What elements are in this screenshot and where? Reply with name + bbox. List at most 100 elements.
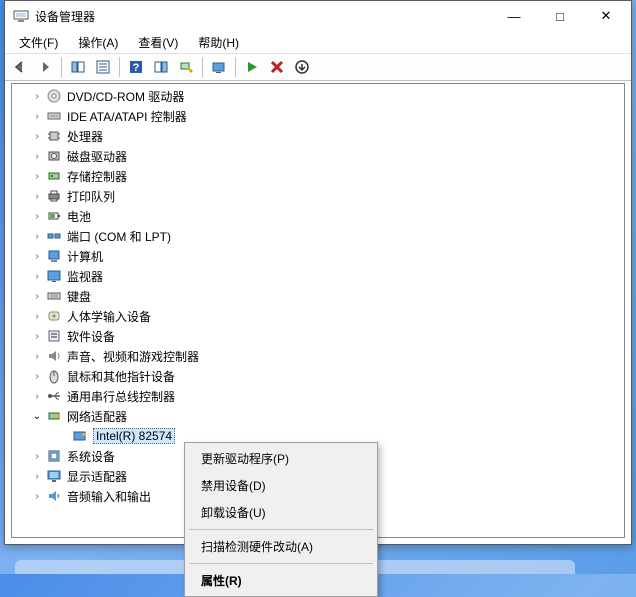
action-pane-button[interactable] [150, 56, 172, 78]
tree-node-usb[interactable]: › 通用串行总线控制器 [12, 386, 624, 406]
context-menu-item[interactable]: 属性(R) [187, 567, 375, 594]
chevron-right-icon[interactable]: › [30, 309, 44, 323]
chevron-right-icon[interactable]: › [30, 109, 44, 123]
chevron-right-icon[interactable]: › [30, 489, 44, 503]
context-menu-item[interactable]: 扫描检测硬件改动(A) [187, 533, 375, 560]
tree-node-label: 监视器 [67, 268, 103, 285]
maximize-button[interactable]: □ [537, 1, 583, 31]
menu-action[interactable]: 操作(A) [68, 32, 128, 53]
tree-node-label: 处理器 [67, 128, 103, 145]
scan-hardware-button[interactable] [175, 56, 197, 78]
tree-node-label: Intel(R) 82574 [93, 428, 175, 444]
expander-spacer [56, 429, 70, 443]
app-icon [13, 8, 29, 24]
context-menu-item[interactable]: 卸载设备(U) [187, 499, 375, 526]
chevron-right-icon[interactable]: › [30, 269, 44, 283]
chevron-right-icon[interactable]: › [30, 129, 44, 143]
tree-node-label: 音频输入和输出 [67, 488, 151, 505]
menu-file[interactable]: 文件(F) [9, 32, 68, 53]
tree-node-label: 通用串行总线控制器 [67, 388, 175, 405]
chevron-right-icon[interactable]: › [30, 349, 44, 363]
tree-node-storage[interactable]: ›存储控制器 [12, 166, 624, 186]
tree-node-disk[interactable]: › 磁盘驱动器 [12, 146, 624, 166]
tree-node-label: 打印队列 [67, 188, 115, 205]
tree-node-label: IDE ATA/ATAPI 控制器 [67, 108, 187, 125]
tree-node-printer[interactable]: › 打印队列 [12, 186, 624, 206]
tree-node-monitor[interactable]: › 监视器 [12, 266, 624, 286]
chevron-right-icon[interactable]: › [30, 369, 44, 383]
tree-node-computer[interactable]: › 计算机 [12, 246, 624, 266]
tree-node-label: 磁盘驱动器 [67, 148, 127, 165]
storage-icon [46, 168, 62, 184]
display-icon [46, 468, 62, 484]
properties-button[interactable] [92, 56, 114, 78]
chevron-right-icon[interactable]: › [30, 229, 44, 243]
show-hide-tree-button[interactable] [67, 56, 89, 78]
chevron-right-icon[interactable]: › [30, 329, 44, 343]
chevron-right-icon[interactable]: › [30, 169, 44, 183]
chevron-right-icon[interactable]: › [30, 449, 44, 463]
menu-help[interactable]: 帮助(H) [188, 32, 249, 53]
tree-node-label: 计算机 [67, 248, 103, 265]
tree-node-label: 电池 [67, 208, 91, 225]
update-driver-button[interactable] [208, 56, 230, 78]
netcard-icon [72, 428, 88, 444]
window-controls: — □ ✕ [491, 1, 629, 31]
forward-button[interactable] [34, 56, 56, 78]
uninstall-device-button[interactable] [291, 56, 313, 78]
tree-node-label: 端口 (COM 和 LPT) [67, 228, 171, 245]
tree-node-label: 系统设备 [67, 448, 115, 465]
tree-node-disc[interactable]: ›DVD/CD-ROM 驱动器 [12, 86, 624, 106]
cpu-icon [46, 128, 62, 144]
tree-node-network[interactable]: ⌄网络适配器 [12, 406, 624, 426]
tree-node-software[interactable]: ›软件设备 [12, 326, 624, 346]
tree-node-hid[interactable]: › 人体学输入设备 [12, 306, 624, 326]
toolbar-separator [119, 57, 120, 77]
disable-device-button[interactable] [266, 56, 288, 78]
help-button[interactable]: ? [125, 56, 147, 78]
tree-node-ide[interactable]: › IDE ATA/ATAPI 控制器 [12, 106, 624, 126]
hid-icon [46, 308, 62, 324]
tree-node-label: 鼠标和其他指针设备 [67, 368, 175, 385]
chevron-right-icon[interactable]: › [30, 469, 44, 483]
titlebar[interactable]: 设备管理器 — □ ✕ [5, 1, 631, 31]
tree-node-keyboard[interactable]: › 键盘 [12, 286, 624, 306]
chevron-right-icon[interactable]: › [30, 189, 44, 203]
toolbar-separator [235, 57, 236, 77]
menu-view[interactable]: 查看(V) [128, 32, 188, 53]
disc-icon [46, 88, 62, 104]
enable-device-button[interactable] [241, 56, 263, 78]
tree-node-label: 键盘 [67, 288, 91, 305]
tree-node-port[interactable]: › 端口 (COM 和 LPT) [12, 226, 624, 246]
monitor-icon [46, 268, 62, 284]
toolbar-separator [202, 57, 203, 77]
tree-node-cpu[interactable]: › 处理器 [12, 126, 624, 146]
chevron-right-icon[interactable]: › [30, 209, 44, 223]
context-menu-item[interactable]: 更新驱动程序(P) [187, 445, 375, 472]
tree-node-label: 显示适配器 [67, 468, 127, 485]
tree-node-label: 声音、视频和游戏控制器 [67, 348, 199, 365]
chevron-right-icon[interactable]: › [30, 389, 44, 403]
mouse-icon [46, 368, 62, 384]
svg-text:?: ? [133, 62, 140, 74]
minimize-button[interactable]: — [491, 1, 537, 31]
close-button[interactable]: ✕ [583, 1, 629, 31]
chevron-right-icon[interactable]: › [30, 289, 44, 303]
port-icon [46, 228, 62, 244]
chevron-down-icon[interactable]: ⌄ [30, 409, 44, 423]
keyboard-icon [46, 288, 62, 304]
tree-node-mouse[interactable]: › 鼠标和其他指针设备 [12, 366, 624, 386]
context-menu-separator [189, 529, 373, 530]
context-menu-item[interactable]: 禁用设备(D) [187, 472, 375, 499]
tree-node-audio[interactable]: › 声音、视频和游戏控制器 [12, 346, 624, 366]
tree-node-label: 人体学输入设备 [67, 308, 151, 325]
menubar: 文件(F) 操作(A) 查看(V) 帮助(H) [5, 31, 631, 53]
back-button[interactable] [9, 56, 31, 78]
chevron-right-icon[interactable]: › [30, 89, 44, 103]
printer-icon [46, 188, 62, 204]
software-icon [46, 328, 62, 344]
chevron-right-icon[interactable]: › [30, 249, 44, 263]
chevron-right-icon[interactable]: › [30, 149, 44, 163]
tree-node-battery[interactable]: › 电池 [12, 206, 624, 226]
battery-icon [46, 208, 62, 224]
